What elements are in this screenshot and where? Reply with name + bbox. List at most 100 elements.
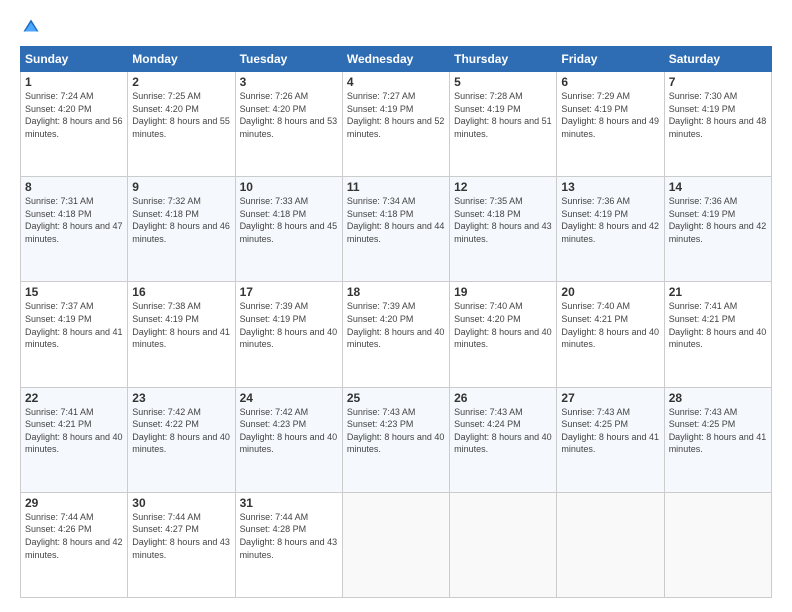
- day-number: 31: [240, 496, 338, 510]
- table-row: 14 Sunrise: 7:36 AMSunset: 4:19 PMDayligh…: [664, 177, 771, 282]
- day-number: 11: [347, 180, 445, 194]
- table-row: 9 Sunrise: 7:32 AMSunset: 4:18 PMDaylight…: [128, 177, 235, 282]
- day-number: 4: [347, 75, 445, 89]
- day-info: Sunrise: 7:36 AMSunset: 4:19 PMDaylight:…: [669, 196, 767, 244]
- table-row: 2 Sunrise: 7:25 AMSunset: 4:20 PMDaylight…: [128, 72, 235, 177]
- day-number: 9: [132, 180, 230, 194]
- calendar-table: SundayMondayTuesdayWednesdayThursdayFrid…: [20, 46, 772, 598]
- table-row: 18 Sunrise: 7:39 AMSunset: 4:20 PMDayligh…: [342, 282, 449, 387]
- page: SundayMondayTuesdayWednesdayThursdayFrid…: [0, 0, 792, 612]
- day-info: Sunrise: 7:39 AMSunset: 4:19 PMDaylight:…: [240, 301, 338, 349]
- day-info: Sunrise: 7:43 AMSunset: 4:23 PMDaylight:…: [347, 407, 445, 455]
- table-row: 19Sunrise: 7:40 AMSunset: 4:20 PMDayligh…: [450, 282, 557, 387]
- day-number: 16: [132, 285, 230, 299]
- table-row: 23 Sunrise: 7:42 AMSunset: 4:22 PMDayligh…: [128, 387, 235, 492]
- day-number: 20: [561, 285, 659, 299]
- table-row: 17 Sunrise: 7:39 AMSunset: 4:19 PMDayligh…: [235, 282, 342, 387]
- day-number: 21: [669, 285, 767, 299]
- day-info: Sunrise: 7:30 AMSunset: 4:19 PMDaylight:…: [669, 91, 767, 139]
- table-row: 26 Sunrise: 7:43 AMSunset: 4:24 PMDayligh…: [450, 387, 557, 492]
- table-row: 20 Sunrise: 7:40 AMSunset: 4:21 PMDayligh…: [557, 282, 664, 387]
- day-info: Sunrise: 7:31 AMSunset: 4:18 PMDaylight:…: [25, 196, 123, 244]
- day-number: 30: [132, 496, 230, 510]
- day-info: Sunrise: 7:40 AMSunset: 4:21 PMDaylight:…: [561, 301, 659, 349]
- day-number: 22: [25, 391, 123, 405]
- logo-icon: [22, 18, 40, 36]
- day-info: Sunrise: 7:39 AMSunset: 4:20 PMDaylight:…: [347, 301, 445, 349]
- day-info: Sunrise: 7:26 AMSunset: 4:20 PMDaylight:…: [240, 91, 338, 139]
- table-row: 21 Sunrise: 7:41 AMSunset: 4:21 PMDayligh…: [664, 282, 771, 387]
- day-info: Sunrise: 7:35 AMSunset: 4:18 PMDaylight:…: [454, 196, 552, 244]
- table-row: 24Sunrise: 7:42 AMSunset: 4:23 PMDayligh…: [235, 387, 342, 492]
- day-number: 15: [25, 285, 123, 299]
- calendar-header-tuesday: Tuesday: [235, 47, 342, 72]
- table-row: [342, 492, 449, 597]
- day-info: Sunrise: 7:44 AMSunset: 4:27 PMDaylight:…: [132, 512, 230, 560]
- table-row: 22 Sunrise: 7:41 AMSunset: 4:21 PMDayligh…: [21, 387, 128, 492]
- day-info: Sunrise: 7:44 AMSunset: 4:28 PMDaylight:…: [240, 512, 338, 560]
- day-info: Sunrise: 7:42 AMSunset: 4:22 PMDaylight:…: [132, 407, 230, 455]
- day-number: 7: [669, 75, 767, 89]
- day-number: 2: [132, 75, 230, 89]
- table-row: 15 Sunrise: 7:37 AMSunset: 4:19 PMDayligh…: [21, 282, 128, 387]
- table-row: 8 Sunrise: 7:31 AMSunset: 4:18 PMDaylight…: [21, 177, 128, 282]
- day-number: 6: [561, 75, 659, 89]
- day-number: 5: [454, 75, 552, 89]
- calendar-header-row: SundayMondayTuesdayWednesdayThursdayFrid…: [21, 47, 772, 72]
- day-number: 23: [132, 391, 230, 405]
- table-row: [450, 492, 557, 597]
- day-info: Sunrise: 7:43 AMSunset: 4:25 PMDaylight:…: [669, 407, 767, 455]
- day-info: Sunrise: 7:43 AMSunset: 4:24 PMDaylight:…: [454, 407, 552, 455]
- calendar-header-friday: Friday: [557, 47, 664, 72]
- day-number: 14: [669, 180, 767, 194]
- day-number: 24: [240, 391, 338, 405]
- day-number: 3: [240, 75, 338, 89]
- day-info: Sunrise: 7:44 AMSunset: 4:26 PMDaylight:…: [25, 512, 123, 560]
- calendar-week-5: 29Sunrise: 7:44 AMSunset: 4:26 PMDayligh…: [21, 492, 772, 597]
- day-info: Sunrise: 7:41 AMSunset: 4:21 PMDaylight:…: [25, 407, 123, 455]
- calendar-week-1: 1 Sunrise: 7:24 AMSunset: 4:20 PMDaylight…: [21, 72, 772, 177]
- day-number: 8: [25, 180, 123, 194]
- day-number: 18: [347, 285, 445, 299]
- day-info: Sunrise: 7:34 AMSunset: 4:18 PMDaylight:…: [347, 196, 445, 244]
- table-row: 29Sunrise: 7:44 AMSunset: 4:26 PMDayligh…: [21, 492, 128, 597]
- day-number: 26: [454, 391, 552, 405]
- calendar-header-monday: Monday: [128, 47, 235, 72]
- table-row: 4Sunrise: 7:27 AMSunset: 4:19 PMDaylight…: [342, 72, 449, 177]
- table-row: 10Sunrise: 7:33 AMSunset: 4:18 PMDayligh…: [235, 177, 342, 282]
- day-number: 1: [25, 75, 123, 89]
- day-info: Sunrise: 7:25 AMSunset: 4:20 PMDaylight:…: [132, 91, 230, 139]
- calendar-week-4: 22 Sunrise: 7:41 AMSunset: 4:21 PMDayligh…: [21, 387, 772, 492]
- table-row: 11 Sunrise: 7:34 AMSunset: 4:18 PMDayligh…: [342, 177, 449, 282]
- calendar-week-3: 15 Sunrise: 7:37 AMSunset: 4:19 PMDayligh…: [21, 282, 772, 387]
- day-info: Sunrise: 7:33 AMSunset: 4:18 PMDaylight:…: [240, 196, 338, 244]
- table-row: 5Sunrise: 7:28 AMSunset: 4:19 PMDaylight…: [450, 72, 557, 177]
- calendar-header-saturday: Saturday: [664, 47, 771, 72]
- table-row: [664, 492, 771, 597]
- day-info: Sunrise: 7:41 AMSunset: 4:21 PMDaylight:…: [669, 301, 767, 349]
- table-row: 7 Sunrise: 7:30 AMSunset: 4:19 PMDaylight…: [664, 72, 771, 177]
- table-row: 30 Sunrise: 7:44 AMSunset: 4:27 PMDayligh…: [128, 492, 235, 597]
- logo: [20, 18, 44, 36]
- table-row: 31 Sunrise: 7:44 AMSunset: 4:28 PMDayligh…: [235, 492, 342, 597]
- day-info: Sunrise: 7:37 AMSunset: 4:19 PMDaylight:…: [25, 301, 123, 349]
- day-number: 12: [454, 180, 552, 194]
- day-info: Sunrise: 7:24 AMSunset: 4:20 PMDaylight:…: [25, 91, 123, 139]
- calendar-header-sunday: Sunday: [21, 47, 128, 72]
- day-info: Sunrise: 7:32 AMSunset: 4:18 PMDaylight:…: [132, 196, 230, 244]
- day-number: 17: [240, 285, 338, 299]
- day-info: Sunrise: 7:38 AMSunset: 4:19 PMDaylight:…: [132, 301, 230, 349]
- calendar-header-thursday: Thursday: [450, 47, 557, 72]
- table-row: 12 Sunrise: 7:35 AMSunset: 4:18 PMDayligh…: [450, 177, 557, 282]
- table-row: [557, 492, 664, 597]
- table-row: 6 Sunrise: 7:29 AMSunset: 4:19 PMDaylight…: [557, 72, 664, 177]
- calendar-week-2: 8 Sunrise: 7:31 AMSunset: 4:18 PMDaylight…: [21, 177, 772, 282]
- day-info: Sunrise: 7:43 AMSunset: 4:25 PMDaylight:…: [561, 407, 659, 455]
- day-number: 28: [669, 391, 767, 405]
- calendar-header-wednesday: Wednesday: [342, 47, 449, 72]
- day-info: Sunrise: 7:36 AMSunset: 4:19 PMDaylight:…: [561, 196, 659, 244]
- logo-area: [20, 18, 44, 36]
- day-number: 19: [454, 285, 552, 299]
- day-info: Sunrise: 7:29 AMSunset: 4:19 PMDaylight:…: [561, 91, 659, 139]
- table-row: 25Sunrise: 7:43 AMSunset: 4:23 PMDayligh…: [342, 387, 449, 492]
